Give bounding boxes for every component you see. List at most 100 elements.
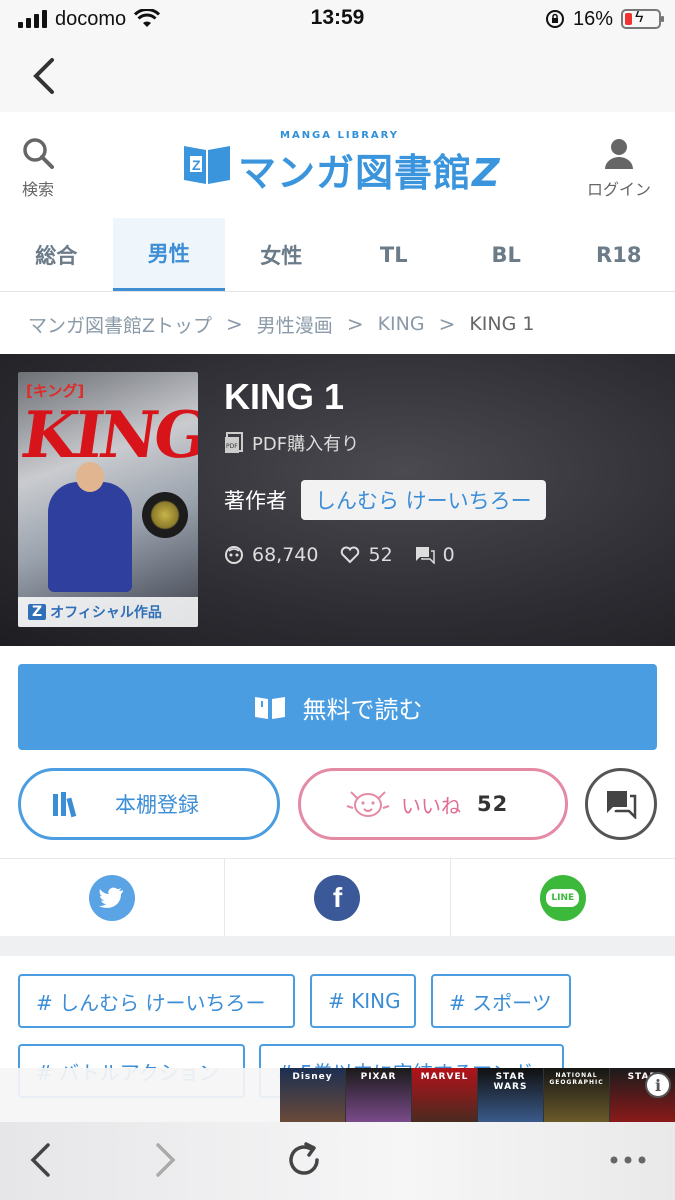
author-label: 著作者 — [224, 489, 287, 513]
breadcrumb-top[interactable]: マンガ図書館Zトップ — [28, 311, 212, 338]
tag-king[interactable]: # KING — [310, 974, 416, 1028]
chevron-right-icon: > — [346, 312, 364, 336]
login-label: ログイン — [586, 180, 651, 199]
like-character-icon — [346, 791, 390, 817]
logo-text: マンガ図書館Z — [238, 151, 501, 195]
pdf-label: PDF購入有り — [252, 434, 360, 455]
browser-more-button[interactable] — [606, 1138, 650, 1182]
section-divider — [0, 936, 675, 956]
book-logo-icon: Z — [184, 146, 230, 184]
ad-banner[interactable]: Disney PIXAR MARVEL STAR WARS NATIONAL G… — [280, 1068, 675, 1122]
ad-card: NATIONAL GEOGRAPHIC — [544, 1068, 610, 1122]
browser-toolbar — [0, 1122, 675, 1200]
read-free-label: 無料で読む — [302, 695, 423, 724]
likes-count: 52 — [368, 544, 393, 566]
like-button[interactable]: いいね 52 — [298, 768, 568, 840]
tab-tl[interactable]: TL — [338, 218, 451, 291]
like-count: 52 — [477, 792, 509, 816]
tab-r18[interactable]: R18 — [563, 218, 675, 291]
browser-back-button[interactable] — [18, 1138, 62, 1182]
status-right: 16% ϟ — [545, 6, 664, 32]
likes-stat: 52 — [340, 544, 393, 566]
book-title: KING 1 — [224, 376, 345, 417]
tab-bl[interactable]: BL — [450, 218, 563, 291]
back-arrow-icon — [30, 1143, 50, 1177]
more-dots-icon — [610, 1156, 646, 1164]
breadcrumb-series[interactable]: KING — [378, 313, 425, 335]
battery-icon: ϟ — [621, 9, 664, 29]
svg-text:PDF: PDF — [226, 443, 238, 450]
share-facebook[interactable]: f — [225, 859, 451, 936]
breadcrumb: マンガ図書館Zトップ > 男性漫画 > KING > KING 1 — [28, 306, 534, 342]
search-button[interactable]: 検索 — [14, 136, 62, 200]
book-stats: 68,740 52 0 — [224, 544, 455, 566]
ad-info-icon[interactable]: i — [645, 1072, 671, 1098]
forward-arrow-icon — [156, 1143, 176, 1177]
search-icon — [23, 138, 54, 169]
bookshelf-button[interactable]: 本棚登録 — [18, 768, 280, 840]
open-book-icon — [254, 697, 285, 719]
share-row: f LINE — [0, 858, 675, 936]
ad-backdrop — [0, 1068, 280, 1122]
line-icon: LINE — [539, 874, 586, 921]
logo-subtitle: MANGA LIBRARY — [280, 130, 400, 141]
tag-sports[interactable]: # スポーツ — [431, 974, 571, 1028]
pdf-available: PDF PDF購入有り — [224, 430, 359, 456]
site-logo[interactable]: MANGA LIBRARY Z マンガ図書館Z — [182, 130, 500, 195]
heart-icon — [341, 546, 360, 564]
comment-icon — [415, 547, 435, 564]
z-badge-icon: Z — [28, 604, 47, 620]
chevron-right-icon: > — [438, 312, 456, 336]
chevron-right-icon: > — [226, 312, 243, 336]
tab-general[interactable]: 総合 — [0, 218, 113, 291]
comments-stat: 0 — [415, 544, 455, 566]
views-face-icon — [225, 546, 243, 564]
browser-reload-button[interactable] — [282, 1138, 326, 1182]
comment-bubble-icon — [607, 791, 637, 819]
svg-text:Z: Z — [192, 157, 201, 173]
user-icon — [605, 139, 633, 169]
ad-card: PIXAR — [346, 1068, 412, 1122]
official-badge: Z オフィシャル作品 — [18, 597, 198, 627]
like-label: いいね — [401, 793, 461, 818]
cover-figure — [48, 482, 132, 592]
author-link[interactable]: しんむら けーいちろー — [301, 480, 546, 520]
login-button[interactable]: ログイン — [583, 136, 655, 200]
tag-author[interactable]: # しんむら けーいちろー — [18, 974, 295, 1028]
facebook-icon: f — [314, 874, 361, 921]
breadcrumb-male-manga[interactable]: 男性漫画 — [257, 311, 333, 338]
tab-female[interactable]: 女性 — [225, 218, 338, 291]
share-line[interactable]: LINE — [451, 859, 675, 936]
browser-forward-button[interactable] — [144, 1138, 188, 1182]
ad-card: MARVEL — [412, 1068, 478, 1122]
status-bar: docomo 13:59 16% ϟ — [0, 0, 675, 40]
official-badge-label: オフィシャル作品 — [50, 605, 162, 621]
pdf-icon: PDF — [225, 432, 243, 453]
search-label: 検索 — [21, 180, 54, 199]
reload-icon — [289, 1142, 319, 1175]
breadcrumb-current: KING 1 — [469, 313, 535, 335]
site-header: 検索 MANGA LIBRARY Z マンガ図書館Z ログイン — [0, 112, 675, 218]
share-twitter[interactable] — [0, 859, 226, 936]
back-chevron-icon[interactable] — [26, 56, 66, 96]
read-free-button[interactable]: 無料で読む — [18, 664, 657, 750]
cover-figure-head — [76, 462, 104, 492]
views-stat: 68,740 — [224, 544, 318, 566]
battery-percent: 16% — [572, 7, 613, 30]
cover-title-en: KING — [18, 398, 198, 473]
tab-male[interactable]: 男性 — [112, 218, 225, 291]
cover-wheel — [142, 492, 188, 538]
ad-card: STAR WARS — [478, 1068, 544, 1122]
views-count: 68,740 — [252, 544, 319, 566]
book-cover[interactable]: [キング] KING Z オフィシャル作品 — [18, 372, 198, 627]
author-line: 著作者 しんむら けーいちろー — [224, 480, 546, 520]
bookshelf-label: 本棚登録 — [115, 793, 199, 817]
rotation-lock-icon — [545, 10, 564, 28]
bookshelf-icon — [53, 792, 77, 818]
comments-count: 0 — [442, 544, 455, 566]
browser-nav-bar — [0, 40, 675, 112]
book-hero: [キング] KING Z オフィシャル作品 KING 1 PDF PDF購入有り… — [0, 354, 675, 646]
category-tabs: 総合 男性 女性 TL BL R18 — [0, 218, 675, 292]
comment-button[interactable] — [585, 768, 657, 840]
ad-card: Disney — [280, 1068, 346, 1122]
